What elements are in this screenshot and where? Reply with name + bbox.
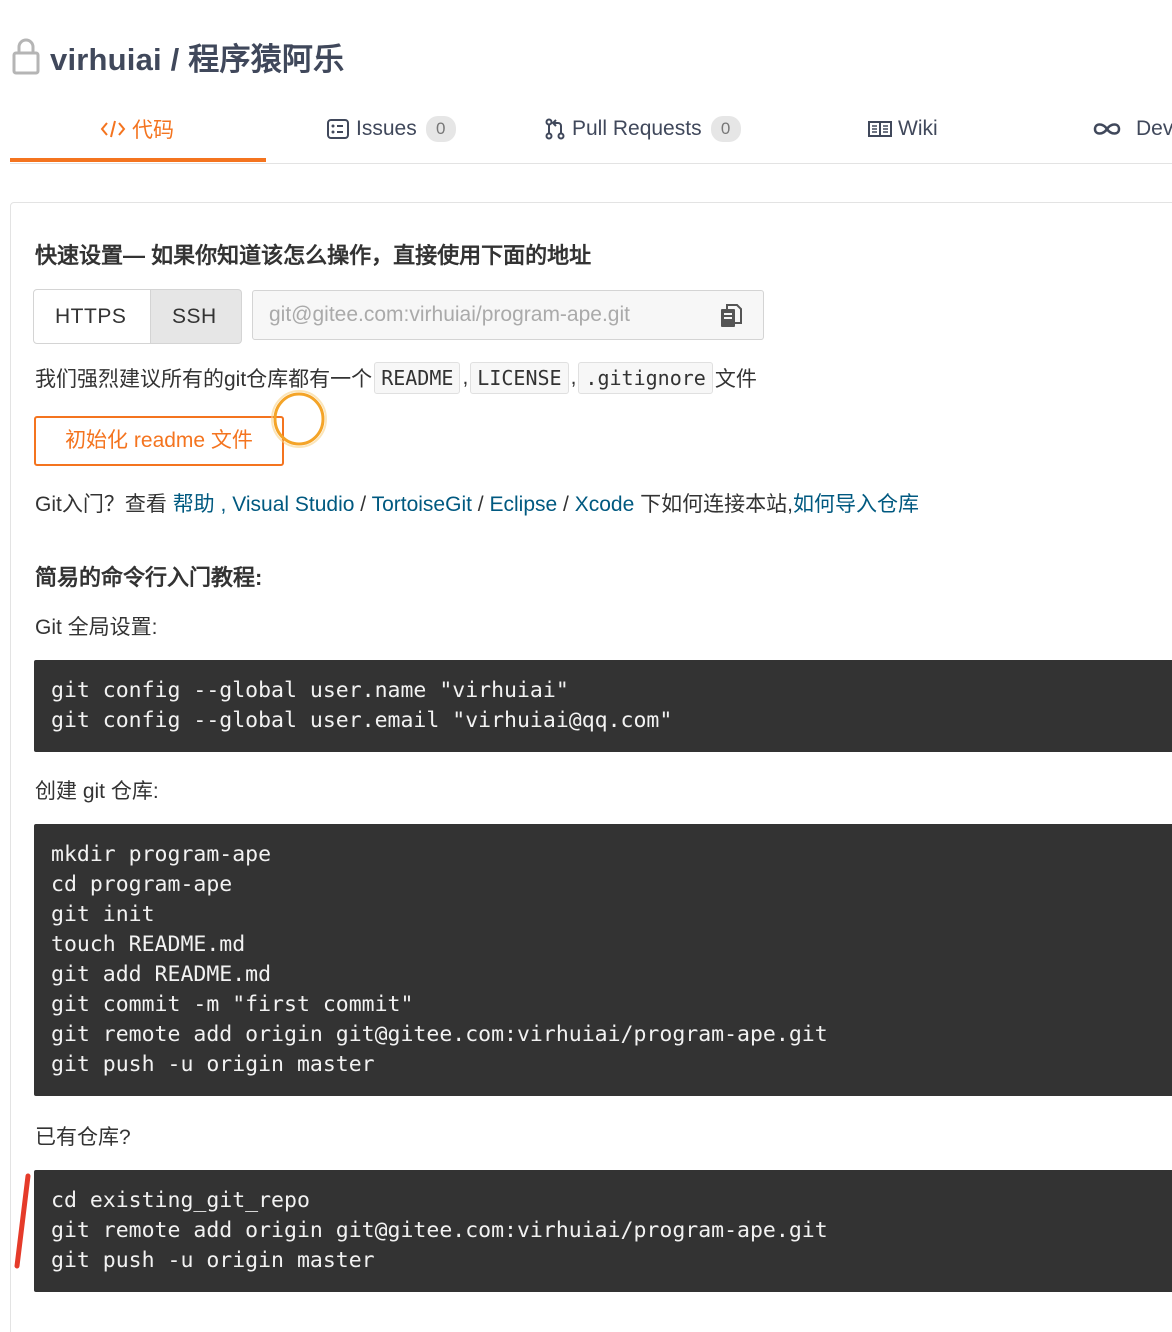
gitignore-chip: .gitignore (578, 362, 713, 394)
protocol-switch: HTTPS SSH (33, 289, 242, 344)
devops-icon (1092, 120, 1122, 138)
tab-wiki-label: Wiki (898, 117, 938, 140)
repo-title[interactable]: virhuiai / 程序猿阿乐 (50, 34, 344, 79)
code-line: git push -u origin master (51, 1248, 375, 1273)
ssh-button[interactable]: SSH (151, 289, 242, 344)
code-line: git add README.md (51, 962, 272, 987)
code-line: git remote add origin git@gitee.com:virh… (51, 1022, 828, 1047)
copy-icon[interactable] (719, 303, 743, 329)
eclipse-link[interactable]: Eclipse (489, 493, 557, 516)
tab-pull-requests-label: Pull Requests (572, 117, 702, 140)
visual-studio-link[interactable]: Visual Studio (232, 493, 354, 516)
code-line: mkdir program-ape (51, 842, 272, 867)
help-sep: , (220, 493, 227, 516)
wiki-icon (868, 119, 892, 139)
tab-wiki[interactable]: Wiki (868, 96, 938, 162)
clone-url-field[interactable]: git@gitee.com:virhuiai/program-ape.git (252, 290, 764, 340)
red-annotation-mark (14, 1173, 31, 1269)
lock-icon (12, 38, 40, 75)
help-prefix: Git入门？查看 (35, 493, 167, 516)
issues-count-badge: 0 (425, 116, 456, 142)
code-line: git remote add origin git@gitee.com:virh… (51, 1218, 828, 1243)
pull-requests-count-badge: 0 (710, 116, 741, 142)
help-sep: / (563, 493, 569, 516)
code-line: cd program-ape (51, 872, 233, 897)
init-readme-button[interactable]: 初始化 readme 文件 (34, 416, 284, 466)
code-line: git commit -m "first commit" (51, 992, 414, 1017)
active-tab-indicator (10, 158, 266, 162)
tutorial-heading: 简易的命令行入门教程: (35, 565, 263, 590)
git-help-line: Git入门？查看 帮助 , Visual Studio / TortoiseGi… (35, 488, 919, 518)
global-setup-label: Git 全局设置: (35, 616, 158, 639)
recommend-prefix: 我们强烈建议所有的git仓库都有一个 (35, 368, 373, 391)
clone-url-text: git@gitee.com:virhuiai/program-ape.git (269, 303, 630, 326)
readme-chip: README (374, 362, 461, 394)
create-repo-label: 创建 git 仓库: (35, 780, 159, 803)
issues-icon (326, 118, 350, 140)
tab-code-label: 代码 (132, 119, 174, 142)
recommend-separator: , (570, 366, 577, 389)
tab-devops-label: Dev (1136, 117, 1172, 140)
quick-setup-title: 快速设置— 如果你知道该怎么操作，直接使用下面的地址 (35, 243, 592, 268)
readme-recommendation: 我们强烈建议所有的git仓库都有一个 README , LICENSE , .g… (35, 360, 757, 396)
import-repo-link[interactable]: 如何导入仓库 (793, 493, 919, 516)
existing-repo-code[interactable]: cd existing_git_repo git remote add orig… (34, 1170, 1172, 1292)
https-button[interactable]: HTTPS (33, 289, 151, 344)
code-line: git config --global user.name "virhuiai" (51, 678, 569, 703)
tab-code[interactable]: 代码 (100, 96, 174, 162)
help-link[interactable]: 帮助 (173, 493, 215, 516)
tab-devops[interactable]: Dev (1092, 96, 1172, 162)
tab-issues[interactable]: Issues 0 (326, 96, 456, 162)
recommend-separator: , (462, 366, 469, 389)
code-line: git push -u origin master (51, 1052, 375, 1077)
help-sep: / (477, 493, 484, 516)
code-line: git config --global user.email "virhuiai… (51, 708, 673, 733)
repo-header: virhuiai / 程序猿阿乐 (12, 34, 344, 78)
tortoisegit-link[interactable]: TortoiseGit (372, 493, 472, 516)
pull-request-icon (544, 117, 566, 141)
repo-tabs: 代码 Issues 0 Pull Requests 0 Wiki Dev (10, 96, 1172, 164)
tab-pull-requests[interactable]: Pull Requests 0 (544, 96, 741, 162)
code-line: touch README.md (51, 932, 246, 957)
existing-repo-label: 已有仓库? (35, 1126, 131, 1149)
cursor-highlight-ring (271, 390, 327, 448)
code-line: cd existing_git_repo (51, 1188, 310, 1213)
tab-issues-label: Issues (356, 117, 417, 140)
license-chip: LICENSE (470, 362, 569, 394)
help-sep: / (360, 493, 367, 516)
xcode-link[interactable]: Xcode (575, 493, 635, 516)
code-icon (100, 118, 126, 140)
code-line: git init (51, 902, 155, 927)
global-setup-code[interactable]: git config --global user.name "virhuiai"… (34, 660, 1172, 752)
help-middle: 下如何连接本站, (640, 493, 793, 516)
create-repo-code[interactable]: mkdir program-ape cd program-ape git ini… (34, 824, 1172, 1096)
recommend-suffix: 文件 (714, 368, 757, 391)
